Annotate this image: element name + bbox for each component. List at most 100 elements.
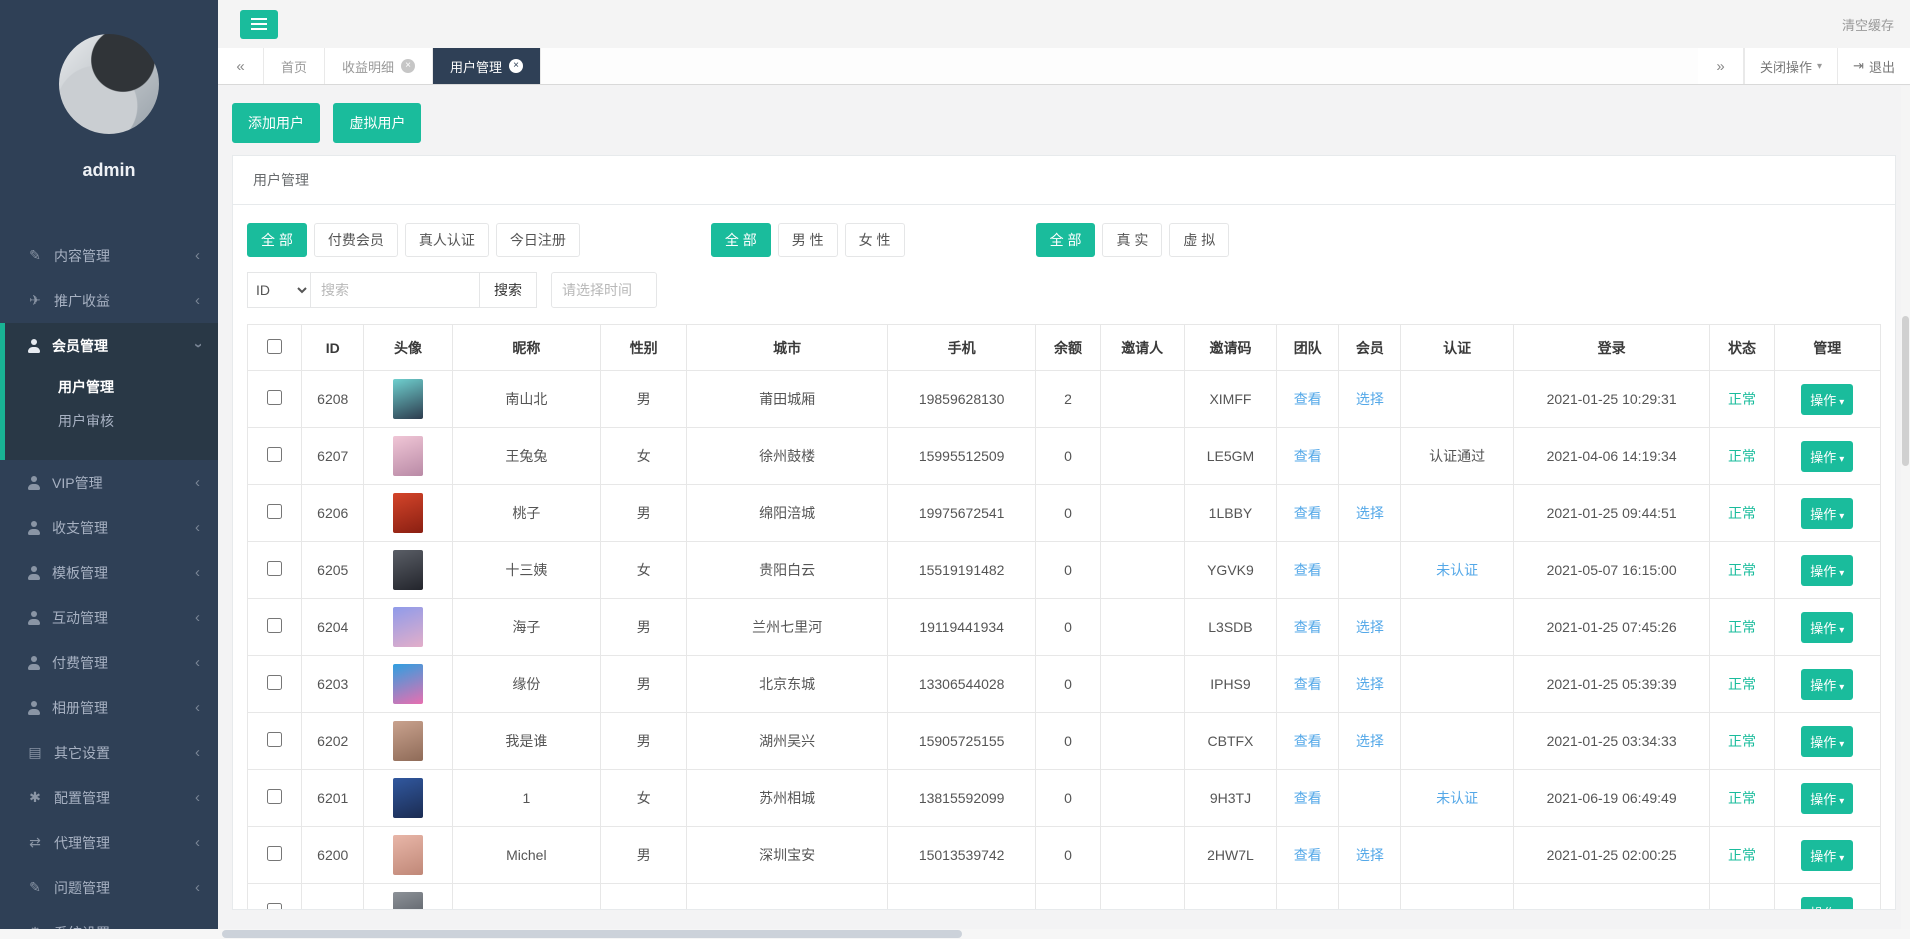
filter-user-type-option-2[interactable]: 真人认证 (405, 223, 489, 257)
sidebar-item-vip-manage[interactable]: VIP管理‹ (0, 460, 218, 505)
close-icon[interactable]: × (509, 59, 523, 73)
filter-gender-option-1[interactable]: 男 性 (778, 223, 838, 257)
admin-avatar[interactable] (59, 34, 159, 134)
row-checkbox[interactable] (267, 675, 282, 690)
cell-gender: 男 (601, 485, 687, 542)
horizontal-scrollbar[interactable] (0, 929, 1910, 939)
filter-account-type-option-1[interactable]: 真 实 (1102, 223, 1162, 257)
filter-account-type-option-2[interactable]: 虚 拟 (1169, 223, 1229, 257)
sidebar-item-content-manage[interactable]: ✎内容管理‹ (0, 233, 218, 278)
sidebar-item-template-manage[interactable]: 模板管理‹ (0, 550, 218, 595)
member-select-link[interactable]: 选择 (1356, 733, 1384, 749)
team-view-link[interactable]: 查看 (1294, 448, 1322, 464)
row-checkbox[interactable] (267, 789, 282, 804)
team-view-link[interactable]: 查看 (1294, 391, 1322, 407)
sidebar-item-payment-manage[interactable]: 付费管理‹ (0, 640, 218, 685)
row-checkbox[interactable] (267, 846, 282, 861)
tab-income-detail[interactable]: 收益明细× (325, 48, 433, 84)
tab-user-manage[interactable]: 用户管理× (433, 48, 541, 84)
close-operations-dropdown[interactable]: 关闭操作 ▾ (1744, 48, 1837, 84)
team-view-link[interactable]: 查看 (1294, 505, 1322, 521)
row-checkbox[interactable] (267, 561, 282, 576)
cell-invite-code: LE5GM (1184, 428, 1276, 485)
member-select-link[interactable]: 选择 (1356, 676, 1384, 692)
member-select-link[interactable]: 选择 (1356, 847, 1384, 863)
sidebar-item-config-manage[interactable]: ✱配置管理‹ (0, 775, 218, 820)
sidebar-item-agent-manage[interactable]: ⇄代理管理‹ (0, 820, 218, 865)
row-checkbox[interactable] (267, 732, 282, 747)
filter-group-user-type: 全 部付费会员真人认证今日注册 (247, 223, 587, 257)
close-icon[interactable]: × (401, 59, 415, 73)
sidebar-item-member-manage[interactable]: 会员管理‹ (0, 323, 218, 368)
team-view-link[interactable]: 查看 (1294, 733, 1322, 749)
vertical-scrollbar-thumb[interactable] (1902, 316, 1909, 466)
sidebar-item-income-expense-manage[interactable]: 收支管理‹ (0, 505, 218, 550)
sidebar-item-album-manage[interactable]: 相册管理‹ (0, 685, 218, 730)
scroll-tabs-left-button[interactable]: « (218, 48, 264, 84)
clear-cache-link[interactable]: 清空缓存 (1842, 15, 1894, 34)
member-select-link[interactable]: 选择 (1356, 505, 1384, 521)
sidebar-item-interaction-manage[interactable]: 互动管理‹ (0, 595, 218, 640)
filter-gender-option-0[interactable]: 全 部 (711, 223, 771, 257)
team-view-link[interactable]: 查看 (1294, 676, 1322, 692)
search-field-select[interactable]: ID (247, 272, 311, 308)
select-all-checkbox[interactable] (267, 339, 282, 354)
filter-user-type-option-1[interactable]: 付费会员 (314, 223, 398, 257)
row-actions-button[interactable]: 操作▾ (1801, 840, 1853, 871)
search-input[interactable] (310, 272, 480, 308)
auth-pending-link[interactable]: 未认证 (1436, 790, 1478, 806)
table-header: 昵称 (452, 325, 600, 371)
sidebar-item-promotion-income[interactable]: ✈推广收益‹ (0, 278, 218, 323)
member-select-link[interactable]: 选择 (1356, 619, 1384, 635)
row-actions-button[interactable]: 操作▾ (1801, 384, 1853, 415)
row-actions-button[interactable]: 操作▾ (1801, 726, 1853, 757)
table-header: 管理 (1774, 325, 1880, 371)
main-area: 清空缓存 « 首页收益明细×用户管理× » 关闭操作 ▾ ⇥ 退出 添加用户 虚… (218, 0, 1910, 939)
team-view-link[interactable]: 查看 (1294, 790, 1322, 806)
horizontal-scrollbar-thumb[interactable] (222, 930, 962, 938)
auth-pending-link[interactable]: 未认证 (1436, 562, 1478, 578)
menu-toggle-button[interactable] (240, 10, 278, 39)
time-picker-input[interactable] (551, 272, 657, 308)
search-button[interactable]: 搜索 (479, 272, 537, 308)
scroll-tabs-right-button[interactable]: » (1698, 48, 1744, 84)
filter-user-type-option-3[interactable]: 今日注册 (496, 223, 580, 257)
virtual-user-button[interactable]: 虚拟用户 (333, 103, 421, 143)
row-actions-button[interactable]: 操作▾ (1801, 783, 1853, 814)
team-view-link[interactable]: 查看 (1294, 562, 1322, 578)
table-row: 62011女苏州相城1381559209909H3TJ查看未认证2021-06-… (248, 770, 1881, 827)
row-checkbox[interactable] (267, 618, 282, 633)
row-actions-button[interactable]: 操作▾ (1801, 669, 1853, 700)
vertical-scrollbar[interactable] (1901, 86, 1910, 929)
team-view-link[interactable]: 查看 (1294, 847, 1322, 863)
row-actions-button[interactable]: 操作▾ (1801, 612, 1853, 643)
member-select-link[interactable]: 选择 (1356, 391, 1384, 407)
user-icon (27, 656, 41, 670)
row-checkbox[interactable] (267, 390, 282, 405)
cell-balance: 2 (1036, 371, 1100, 428)
chevron-left-icon: ‹ (195, 520, 200, 535)
logout-button[interactable]: ⇥ 退出 (1837, 48, 1910, 84)
tab-home[interactable]: 首页 (264, 48, 325, 84)
sidebar-subitem-user-audit[interactable]: 用户审核 (0, 404, 218, 438)
add-user-button[interactable]: 添加用户 (232, 103, 320, 143)
row-checkbox[interactable] (267, 447, 282, 462)
row-actions-button[interactable]: 操作▾ (1801, 555, 1853, 586)
row-actions-button[interactable]: 操作▾ (1801, 498, 1853, 529)
user-icon (27, 566, 41, 580)
row-checkbox[interactable] (267, 504, 282, 519)
cell-checkbox (248, 770, 302, 827)
sidebar-item-question-manage[interactable]: ✎问题管理‹ (0, 865, 218, 910)
cell-team: 查看 (1277, 770, 1339, 827)
sidebar-item-other-settings[interactable]: ▤其它设置‹ (0, 730, 218, 775)
team-view-link[interactable]: 查看 (1294, 619, 1322, 635)
row-checkbox[interactable] (267, 903, 282, 909)
cell-actions: 操作▾ (1774, 827, 1880, 884)
sidebar-subitem-user-manage[interactable]: 用户管理 (0, 370, 218, 404)
filter-user-type-option-0[interactable]: 全 部 (247, 223, 307, 257)
row-actions-button[interactable]: 操作▾ (1801, 441, 1853, 472)
sidebar-item-label: 互动管理 (52, 608, 108, 628)
filter-account-type-option-0[interactable]: 全 部 (1036, 223, 1096, 257)
filter-gender-option-2[interactable]: 女 性 (845, 223, 905, 257)
row-actions-button[interactable]: 操作▾ (1801, 897, 1853, 910)
